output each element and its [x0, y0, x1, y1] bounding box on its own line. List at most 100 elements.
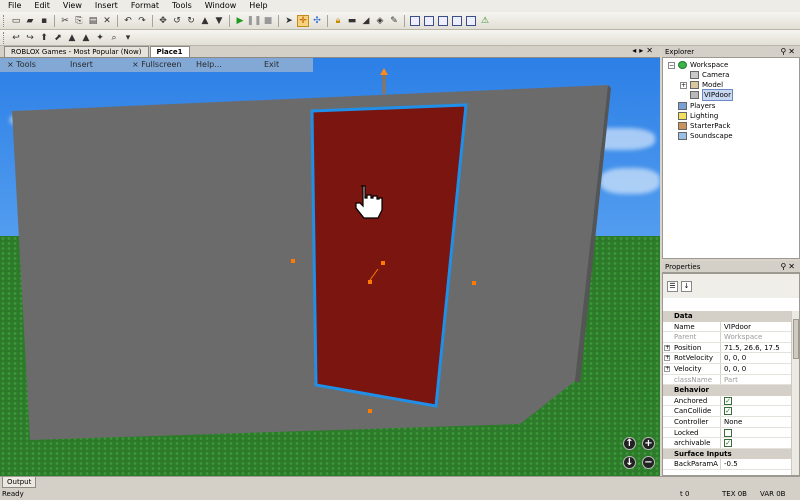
- ungroup-icon[interactable]: [452, 15, 462, 26]
- property-row[interactable]: Parent Workspace: [663, 332, 791, 343]
- collapse-icon[interactable]: −: [668, 61, 675, 69]
- menu-file[interactable]: File: [8, 0, 21, 12]
- arrow-left-icon[interactable]: ↩: [10, 32, 22, 44]
- tree-item-camera[interactable]: Camera: [690, 70, 729, 80]
- group-icon[interactable]: [438, 15, 448, 26]
- 3d-viewport[interactable]: [0, 58, 660, 476]
- pause-icon[interactable]: ❚❚: [246, 15, 261, 27]
- dropper-icon[interactable]: ✎: [388, 15, 400, 27]
- cut-icon[interactable]: ✂: [59, 15, 71, 27]
- undo-icon[interactable]: ↶: [122, 15, 134, 27]
- property-category[interactable]: Surface Inputs: [663, 448, 791, 460]
- property-checkbox[interactable]: ✓: [724, 407, 732, 416]
- ingame-tools-button[interactable]: × Tools: [7, 58, 36, 72]
- tree-item-players[interactable]: Players: [678, 101, 715, 111]
- alphabetical-icon[interactable]: ↓: [681, 280, 692, 292]
- arrow-tilt-icon[interactable]: ⬈: [52, 32, 64, 44]
- property-value[interactable]: 0, 0, 0: [721, 364, 791, 374]
- expand-icon[interactable]: +: [664, 365, 670, 372]
- expand-icon[interactable]: +: [664, 344, 670, 351]
- anchor-icon[interactable]: [410, 15, 420, 26]
- surface-icon[interactable]: ◢: [360, 15, 372, 27]
- property-value[interactable]: None: [721, 417, 791, 427]
- select-icon[interactable]: ➤: [283, 15, 295, 27]
- rotate-right-icon[interactable]: ↻: [185, 15, 197, 27]
- tab-roblox-games[interactable]: ROBLOX Games - Most Popular (Now): [4, 46, 149, 57]
- menu-insert[interactable]: Insert: [95, 0, 118, 12]
- menu-tools[interactable]: Tools: [172, 0, 192, 12]
- property-row[interactable]: Name VIPdoor: [663, 321, 791, 333]
- new-icon[interactable]: ▭: [10, 15, 22, 27]
- property-row[interactable]: BackParamA -0.5: [663, 459, 791, 470]
- property-checkbox[interactable]: [724, 428, 732, 437]
- property-checkbox[interactable]: ✓: [724, 396, 732, 405]
- zoom-out-button[interactable]: −: [642, 456, 655, 469]
- paint-icon[interactable]: ◈: [374, 15, 386, 27]
- menu-help[interactable]: Help: [249, 0, 267, 12]
- save-icon[interactable]: ▪: [38, 15, 50, 27]
- menu-edit[interactable]: Edit: [34, 0, 50, 12]
- drop-up-icon[interactable]: ▲: [66, 32, 78, 44]
- arrow-up-icon[interactable]: ⬆: [38, 32, 50, 44]
- weld-icon[interactable]: [466, 15, 476, 26]
- more-icon[interactable]: ▾: [122, 32, 134, 44]
- glue-icon[interactable]: ▬: [346, 15, 358, 27]
- zoom-icon[interactable]: ⌕: [108, 32, 120, 44]
- drop-down-icon[interactable]: ▲: [80, 32, 92, 44]
- property-row[interactable]: CanCollide ✓: [663, 406, 791, 417]
- toolbar-grip[interactable]: [3, 14, 6, 27]
- lock-icon[interactable]: 🔒︎: [332, 15, 344, 27]
- tilt-down-icon[interactable]: ▼: [213, 15, 225, 27]
- menu-window[interactable]: Window: [205, 0, 237, 12]
- tree-item-vipdoor[interactable]: VIPdoor: [690, 89, 733, 101]
- ingame-help-button[interactable]: Help...: [196, 58, 222, 72]
- tab-output[interactable]: Output: [2, 477, 37, 488]
- zoom-in-button[interactable]: +: [642, 437, 655, 450]
- property-category[interactable]: Behavior: [663, 385, 791, 396]
- redo-icon[interactable]: ↷: [136, 15, 148, 27]
- expand-icon[interactable]: +: [680, 81, 687, 89]
- property-row[interactable]: className Part: [663, 374, 791, 386]
- copy-icon[interactable]: ⎘: [73, 15, 85, 27]
- menu-format[interactable]: Format: [131, 0, 159, 12]
- toolbar-grip[interactable]: [3, 31, 6, 44]
- expand-icon[interactable]: +: [664, 355, 670, 362]
- menu-view[interactable]: View: [63, 0, 82, 12]
- hint-icon[interactable]: ⚠: [479, 15, 491, 27]
- property-checkbox[interactable]: ✓: [724, 439, 732, 448]
- properties-scrollbar[interactable]: [791, 311, 799, 475]
- property-value[interactable]: -0.5: [721, 459, 791, 469]
- stop-icon[interactable]: ■: [262, 15, 274, 27]
- resize-icon[interactable]: ✣: [311, 15, 323, 27]
- property-value[interactable]: 71.5, 26.6, 17.5: [721, 343, 791, 353]
- open-icon[interactable]: ▰: [24, 15, 36, 27]
- property-row[interactable]: + Velocity 0, 0, 0: [663, 363, 791, 375]
- property-value[interactable]: Part: [721, 375, 791, 385]
- property-row[interactable]: + RotVelocity 0, 0, 0: [663, 353, 791, 364]
- property-row[interactable]: Locked: [663, 427, 791, 439]
- tab-controls[interactable]: ◂▸✕: [632, 46, 656, 55]
- play-icon[interactable]: ▶: [234, 15, 246, 27]
- property-value[interactable]: 0, 0, 0: [721, 353, 791, 363]
- move-icon[interactable]: ✛: [297, 14, 309, 27]
- camera-tilt-up-button[interactable]: ↑: [623, 437, 636, 450]
- ingame-insert-button[interactable]: Insert: [70, 58, 93, 72]
- tree-item-lighting[interactable]: Lighting: [678, 111, 718, 121]
- arrow-right-icon[interactable]: ↪: [24, 32, 36, 44]
- ingame-fullscreen-button[interactable]: × Fullscreen: [132, 58, 182, 72]
- ingame-exit-button[interactable]: Exit: [264, 58, 279, 72]
- tilt-up-icon[interactable]: ▲: [199, 15, 211, 27]
- tree-item-workspace[interactable]: − Workspace: [668, 60, 728, 70]
- property-value[interactable]: VIPdoor: [721, 322, 791, 332]
- delete-icon[interactable]: ✕: [101, 15, 113, 27]
- property-row[interactable]: + Position 71.5, 26.6, 17.5: [663, 342, 791, 354]
- property-row[interactable]: Controller None: [663, 416, 791, 428]
- camera-pan-icon[interactable]: ✥: [157, 15, 169, 27]
- tab-place1[interactable]: Place1: [149, 46, 190, 57]
- properties-controls[interactable]: ⚲✕: [780, 261, 797, 273]
- scrollbar-thumb[interactable]: [793, 319, 799, 359]
- camera-tilt-down-button[interactable]: ↓: [623, 456, 636, 469]
- property-value[interactable]: Workspace: [721, 332, 791, 342]
- property-row[interactable]: archivable ✓: [663, 438, 791, 449]
- property-row[interactable]: Anchored ✓: [663, 395, 791, 407]
